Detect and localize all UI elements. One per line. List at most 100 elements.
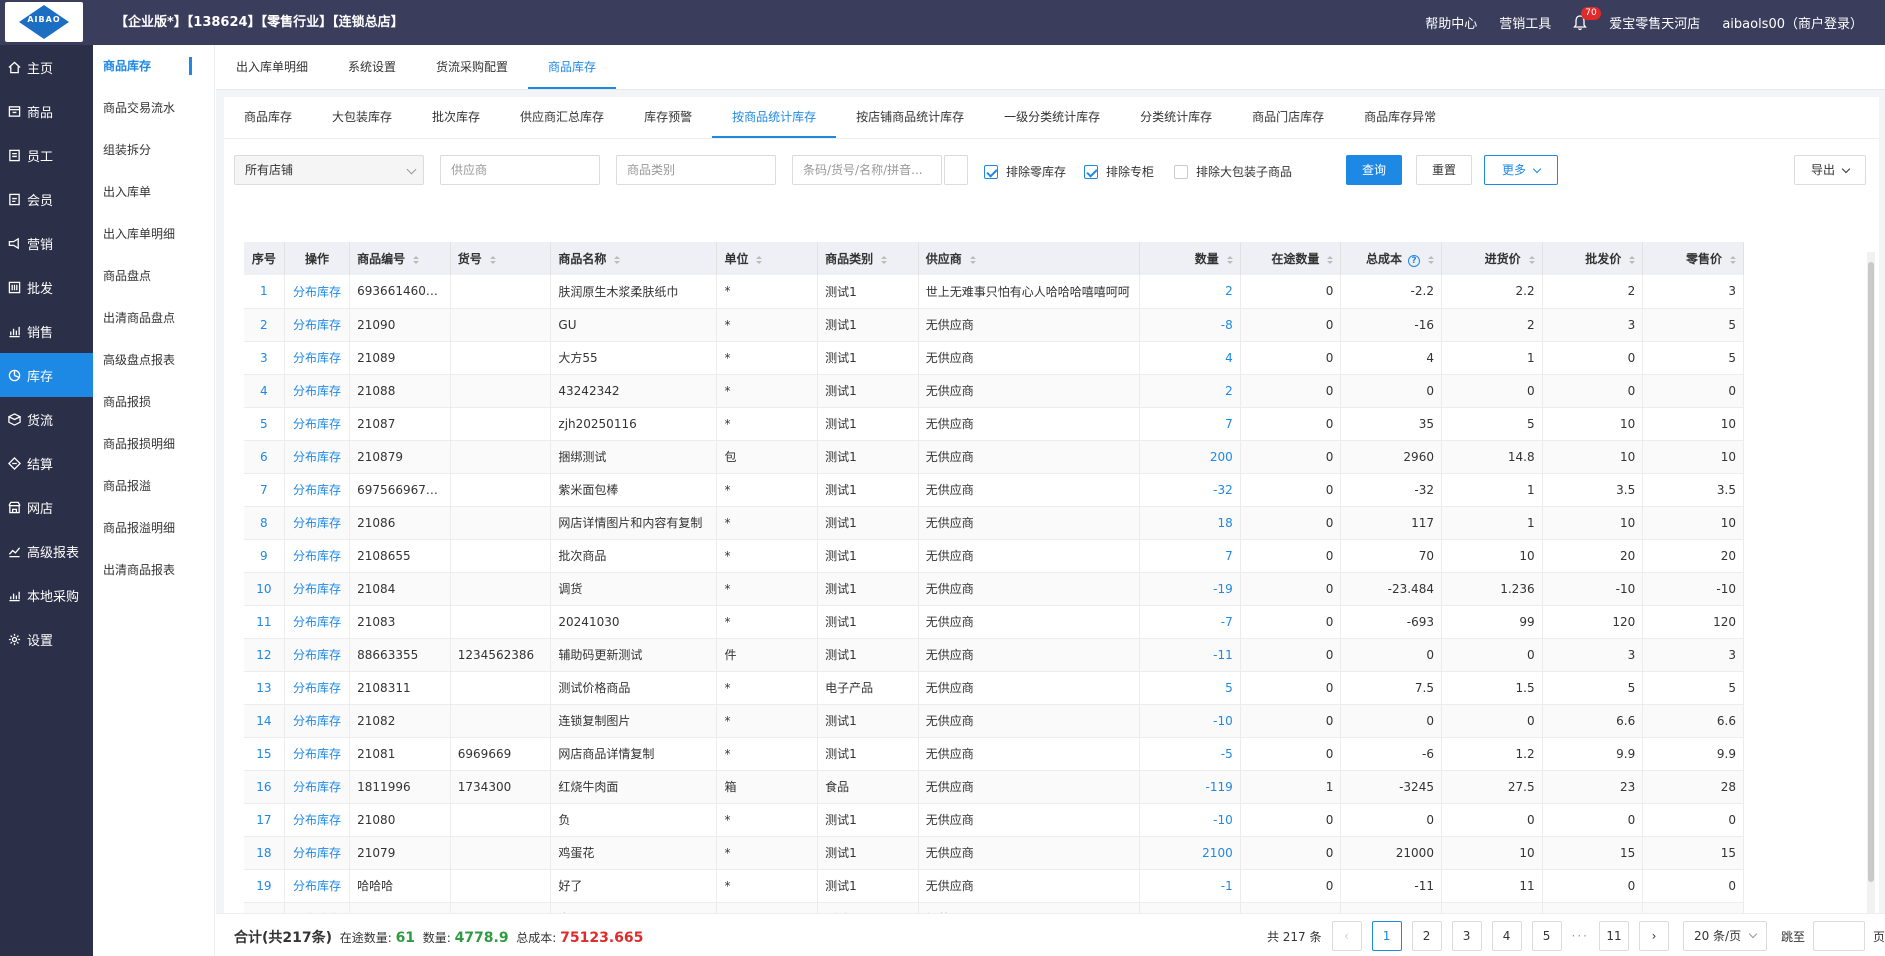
sort-icon[interactable]: [1528, 255, 1535, 264]
subnav-item-5[interactable]: 商品盘点: [93, 255, 214, 297]
cell-seq[interactable]: 6: [244, 440, 285, 474]
distribution-inventory-link[interactable]: 分布库存: [284, 275, 351, 309]
cell-quantity[interactable]: 7: [1139, 407, 1241, 441]
sort-icon[interactable]: [1327, 255, 1334, 264]
cell-quantity[interactable]: 200: [1139, 440, 1241, 474]
leftnav-item-7[interactable]: 库存: [0, 353, 93, 397]
cell-seq[interactable]: 5: [244, 407, 285, 441]
subnav-item-3[interactable]: 出入库单: [93, 171, 214, 213]
cell-quantity[interactable]: -8: [1139, 308, 1241, 342]
leftnav-item-4[interactable]: 营销: [0, 221, 93, 265]
column-header-purchase-price[interactable]: 进货价: [1441, 242, 1543, 275]
leftnav-item-2[interactable]: 员工: [0, 133, 93, 177]
table-scrollbar[interactable]: [1867, 252, 1875, 932]
page-tab-0[interactable]: 出入库单明细: [216, 45, 328, 89]
sort-icon[interactable]: [413, 255, 420, 264]
store-select[interactable]: 所有店铺: [234, 155, 424, 185]
help-center-link[interactable]: 帮助中心: [1425, 13, 1477, 32]
reset-button[interactable]: 重置: [1416, 155, 1472, 185]
subnav-item-8[interactable]: 商品报损: [93, 381, 214, 423]
cell-quantity[interactable]: -10: [1139, 704, 1241, 738]
sort-icon[interactable]: [614, 255, 621, 264]
distribution-inventory-link[interactable]: 分布库存: [284, 869, 351, 903]
cell-quantity[interactable]: -32: [1139, 473, 1241, 507]
cell-quantity[interactable]: -5: [1139, 737, 1241, 771]
page-button[interactable]: 3: [1451, 921, 1482, 951]
page-tab-1[interactable]: 系统设置: [328, 45, 416, 89]
distribution-inventory-link[interactable]: 分布库存: [284, 473, 351, 507]
page-size-select[interactable]: 20 条/页: [1682, 921, 1767, 951]
distribution-inventory-link[interactable]: 分布库存: [284, 704, 351, 738]
subnav-item-1[interactable]: 商品交易流水: [93, 87, 214, 129]
page-button[interactable]: 1: [1371, 921, 1402, 951]
next-page-button[interactable]: ›: [1638, 921, 1669, 951]
column-header-category[interactable]: 商品类别: [817, 242, 919, 275]
column-header-item-no[interactable]: 货号: [450, 242, 552, 275]
distribution-inventory-link[interactable]: 分布库存: [284, 539, 351, 573]
exclude-zero-checkbox[interactable]: 排除零库存: [984, 163, 1066, 180]
cell-seq[interactable]: 7: [244, 473, 285, 507]
page-button[interactable]: 11: [1598, 921, 1629, 951]
sort-icon[interactable]: [756, 255, 763, 264]
subnav-item-0[interactable]: 商品库存: [93, 45, 214, 87]
leftnav-item-9[interactable]: 结算: [0, 441, 93, 485]
sort-icon[interactable]: [1629, 255, 1636, 264]
cell-seq[interactable]: 4: [244, 374, 285, 408]
leftnav-item-0[interactable]: 主页: [0, 45, 93, 89]
cell-seq[interactable]: 12: [244, 638, 285, 672]
cell-quantity[interactable]: 5: [1139, 671, 1241, 705]
leftnav-item-6[interactable]: 销售: [0, 309, 93, 353]
sort-icon[interactable]: [1226, 255, 1233, 264]
cell-seq[interactable]: 11: [244, 605, 285, 639]
inventory-tab-10[interactable]: 商品库存异常: [1344, 97, 1456, 138]
subnav-item-11[interactable]: 商品报溢明细: [93, 507, 214, 549]
cell-quantity[interactable]: 4: [1139, 341, 1241, 375]
search-mode-toggle[interactable]: [944, 155, 968, 185]
column-header-supplier[interactable]: 供应商: [918, 242, 1141, 275]
cell-quantity[interactable]: -19: [1139, 572, 1241, 606]
column-header-in-transit[interactable]: 在途数量: [1240, 242, 1342, 275]
subnav-item-9[interactable]: 商品报损明细: [93, 423, 214, 465]
supplier-input[interactable]: 供应商: [440, 155, 600, 185]
distribution-inventory-link[interactable]: 分布库存: [284, 572, 351, 606]
sort-icon[interactable]: [1427, 255, 1434, 264]
page-button[interactable]: 5: [1531, 921, 1562, 951]
distribution-inventory-link[interactable]: 分布库存: [284, 770, 351, 804]
cell-quantity[interactable]: -11: [1139, 638, 1241, 672]
cell-quantity[interactable]: -7: [1139, 605, 1241, 639]
column-header-unit[interactable]: 单位: [716, 242, 819, 275]
help-icon[interactable]: ?: [1407, 255, 1420, 267]
page-tab-3[interactable]: 商品库存: [528, 45, 617, 89]
distribution-inventory-link[interactable]: 分布库存: [284, 638, 351, 672]
distribution-inventory-link[interactable]: 分布库存: [284, 341, 351, 375]
cell-seq[interactable]: 14: [244, 704, 285, 738]
cell-seq[interactable]: 17: [244, 803, 285, 837]
cell-quantity[interactable]: 2: [1139, 374, 1241, 408]
subnav-item-2[interactable]: 组装拆分: [93, 129, 214, 171]
leftnav-item-10[interactable]: 网店: [0, 485, 93, 529]
inventory-tab-4[interactable]: 库存预警: [624, 97, 712, 138]
leftnav-item-5[interactable]: 批发: [0, 265, 93, 309]
inventory-tab-2[interactable]: 批次库存: [412, 97, 500, 138]
category-input[interactable]: 商品类别: [616, 155, 776, 185]
user-menu[interactable]: aibaols00（商户登录）: [1722, 13, 1863, 32]
leftnav-item-8[interactable]: 货流: [0, 397, 93, 441]
cell-seq[interactable]: 19: [244, 869, 285, 903]
store-switcher[interactable]: 爱宝零售天河店: [1609, 13, 1700, 32]
cell-seq[interactable]: 15: [244, 737, 285, 771]
cell-seq[interactable]: 1: [244, 275, 285, 309]
inventory-tab-3[interactable]: 供应商汇总库存: [500, 97, 624, 138]
subnav-item-10[interactable]: 商品报溢: [93, 465, 214, 507]
logo[interactable]: AIBAO: [5, 2, 83, 42]
inventory-tab-5[interactable]: 按商品统计库存: [712, 97, 837, 138]
leftnav-item-11[interactable]: 高级报表: [0, 529, 93, 573]
cell-quantity[interactable]: 2100: [1139, 836, 1241, 870]
inventory-tab-6[interactable]: 按店铺商品统计库存: [836, 97, 984, 138]
column-header-total-cost[interactable]: 总成本?: [1340, 242, 1442, 275]
exclude-bulk-checkbox[interactable]: 排除大包装子商品: [1174, 163, 1292, 180]
query-button[interactable]: 查询: [1346, 155, 1402, 185]
distribution-inventory-link[interactable]: 分布库存: [284, 407, 351, 441]
column-header-quantity[interactable]: 数量: [1139, 242, 1241, 275]
cell-quantity[interactable]: -119: [1139, 770, 1241, 804]
cell-seq[interactable]: 3: [244, 341, 285, 375]
